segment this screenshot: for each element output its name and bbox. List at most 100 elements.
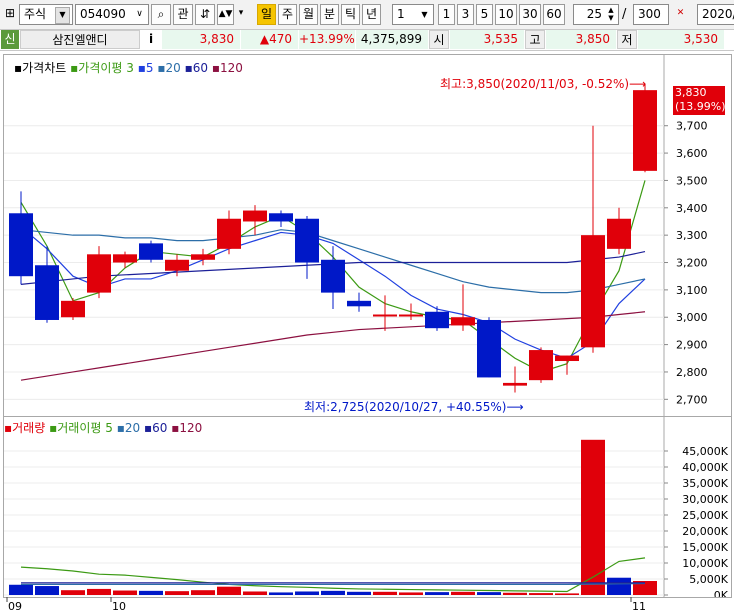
link-icon[interactable]: ⇵ [195, 4, 215, 25]
candle-body[interactable] [425, 311, 449, 329]
candle-body[interactable] [87, 254, 111, 293]
candle-body[interactable] [295, 218, 319, 263]
interval-3-button[interactable]: 3 [457, 4, 474, 25]
high-annotation: 최고:3,850(2020/11/03, -0.52%)⟶ [440, 77, 647, 91]
volume-bar[interactable] [373, 591, 397, 595]
volume-bar[interactable] [477, 592, 501, 595]
period-month-button[interactable]: 월 [299, 4, 318, 25]
volume-bar[interactable] [425, 592, 449, 595]
volume-bar[interactable] [451, 591, 475, 595]
volume-bar[interactable] [269, 592, 293, 595]
market-select[interactable]: 주식 ▼ [19, 4, 73, 25]
volume-chart[interactable]: 0K 5,000K 10,000K 15,000K 20,000K 25,000K 30,0… [4, 417, 731, 597]
candle-body[interactable] [9, 213, 33, 277]
chevron-down-icon[interactable]: ∨ [133, 7, 146, 22]
candle-body[interactable] [451, 317, 475, 326]
volume-tick-label: 30,000K [682, 493, 728, 506]
candle-body[interactable] [529, 350, 553, 381]
last-price-label: 3,830 [675, 86, 707, 99]
volume-bar[interactable] [35, 586, 59, 595]
candle-body[interactable] [477, 319, 501, 378]
candle-body[interactable] [399, 314, 423, 317]
candle-body[interactable] [581, 235, 605, 348]
volume-bar[interactable] [113, 590, 137, 595]
candle-body[interactable] [165, 259, 189, 271]
volume-chart-panel: 0K 5,000K 10,000K 15,000K 20,000K 25,000K 30,0… [3, 416, 732, 598]
search-icon[interactable]: ⌕ [151, 4, 171, 25]
volume-bar[interactable] [139, 590, 163, 595]
volume-tick-label: 40,000K [682, 461, 728, 474]
spin-updown-icon[interactable]: ▲▼ [605, 6, 617, 23]
period-day-button[interactable]: 일 [257, 4, 276, 25]
watchlist-button[interactable]: 관 [173, 4, 193, 25]
volume-bar[interactable] [61, 590, 85, 595]
candle-body[interactable] [373, 314, 397, 317]
total-input[interactable]: 300 [633, 4, 669, 25]
open-value: 3,535 [450, 30, 524, 49]
volume-bar[interactable] [503, 592, 527, 595]
volume-bar[interactable] [607, 577, 631, 595]
volume-bar[interactable] [347, 591, 371, 595]
high-label: 고 [525, 30, 545, 49]
chevron-down-icon[interactable]: ▼ [55, 7, 70, 24]
candle-body[interactable] [607, 218, 631, 249]
interval-select[interactable]: 1 ▼ [392, 4, 434, 25]
price-chart[interactable]: 2,700 2,800 2,900 3,000 3,100 3,200 3,300 3,400… [4, 55, 731, 417]
candle-body[interactable] [113, 254, 137, 263]
count-input[interactable]: 25 ▲ ▼ [573, 4, 619, 25]
volume-ma-60: 60 [152, 421, 168, 435]
interval-5-button[interactable]: 5 [476, 4, 493, 25]
volume-bar[interactable] [9, 584, 33, 595]
interval-1-button[interactable]: 1 [438, 4, 455, 25]
legend-marker: ▪ [4, 421, 13, 435]
expand-icon[interactable]: ⊞ [2, 4, 18, 25]
volume-bar[interactable] [217, 586, 241, 595]
candle-body[interactable] [347, 300, 371, 307]
count-value: 25 [586, 7, 602, 21]
candle-body[interactable] [139, 243, 163, 260]
candle-body[interactable] [243, 210, 267, 222]
volume-bar[interactable] [243, 591, 267, 595]
candle-body[interactable] [633, 90, 657, 171]
reset-icon[interactable]: ✕ [672, 4, 689, 25]
candle-body[interactable] [269, 213, 293, 222]
period-tick-button[interactable]: 틱 [341, 4, 360, 25]
price-tick-label: 2,900 [676, 339, 708, 352]
stock-name[interactable]: 삼진엘앤디 [20, 30, 140, 49]
high-value: 3,850 [546, 30, 616, 49]
volume-bar[interactable] [87, 588, 111, 595]
volume-tick-label: 45,000K [682, 445, 728, 458]
candle-body[interactable] [191, 254, 215, 260]
volume-bar[interactable] [321, 590, 345, 595]
volume-tick-label: 25,000K [682, 509, 728, 522]
interval-10-button[interactable]: 10 [495, 4, 517, 25]
interval-60-button[interactable]: 60 [543, 4, 565, 25]
period-minute-button[interactable]: 분 [320, 4, 339, 25]
chevron-down-icon[interactable]: ▾ [236, 4, 246, 25]
volume-bar[interactable] [295, 591, 319, 595]
period-week-button[interactable]: 주 [278, 4, 297, 25]
legend-marker: ▪ [157, 61, 166, 75]
period-year-button[interactable]: 년 [362, 4, 381, 25]
info-button[interactable]: i [144, 30, 158, 49]
low-annotation: 최저:2,725(2020/10/27, +40.55%)⟶ [304, 400, 524, 414]
volume-tick-label: 10,000K [682, 557, 728, 570]
volume-bar[interactable] [165, 591, 189, 595]
legend-marker: ▪ [137, 61, 146, 75]
spin-updown-icon[interactable]: ▲▼ [217, 4, 234, 25]
candle-body[interactable] [217, 218, 241, 249]
price-ma-120: 120 [220, 61, 243, 75]
interval-30-button[interactable]: 30 [519, 4, 541, 25]
chevron-down-icon[interactable]: ▼ [418, 7, 431, 22]
code-input[interactable]: 054090 ∨ [75, 4, 149, 25]
candle-body[interactable] [321, 259, 345, 293]
volume-bar[interactable] [529, 593, 553, 595]
volume-bar[interactable] [191, 590, 215, 595]
candle-body[interactable] [503, 382, 527, 386]
candle-body[interactable] [61, 300, 85, 318]
candle-body[interactable] [555, 355, 579, 362]
candle-body[interactable] [35, 265, 59, 320]
volume-bar[interactable] [399, 592, 423, 595]
volume-bar[interactable] [555, 593, 579, 595]
date-input[interactable]: 2020/11 [697, 4, 734, 25]
